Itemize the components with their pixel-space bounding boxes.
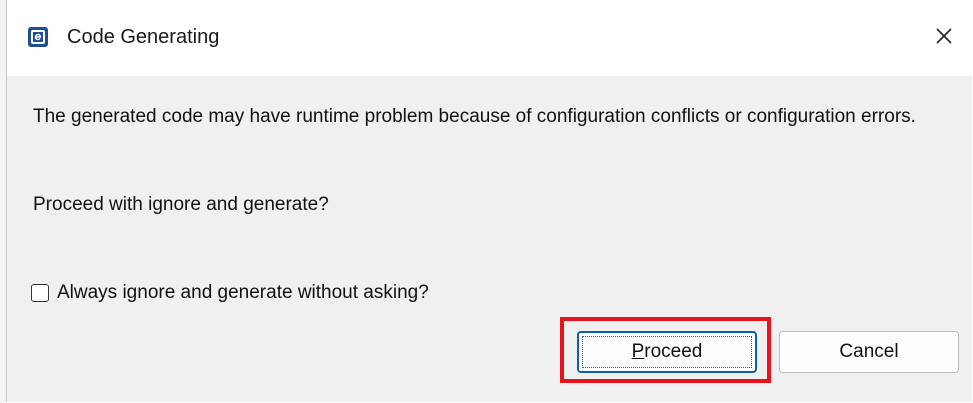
cancel-button-label: Cancel (839, 341, 899, 362)
dialog-title: Code Generating (67, 26, 220, 48)
title-bar: Code Generating (7, 0, 972, 76)
dialog-content: The generated code may have runtime prob… (7, 76, 972, 402)
proceed-button[interactable]: Proceed (577, 331, 757, 373)
close-icon (934, 26, 954, 51)
proceed-question: Proceed with ignore and generate? (33, 194, 329, 215)
close-button[interactable] (922, 16, 966, 60)
warning-message: The generated code may have runtime prob… (33, 106, 916, 127)
always-ignore-checkbox-row[interactable]: Always ignore and generate without askin… (31, 282, 429, 304)
always-ignore-checkbox[interactable] (31, 284, 49, 302)
cancel-button[interactable]: Cancel (779, 331, 959, 373)
focus-ring (582, 336, 752, 368)
always-ignore-checkbox-label: Always ignore and generate without askin… (57, 282, 429, 303)
code-generating-dialog: Code Generating The generated code may h… (6, 0, 972, 402)
eclipse-chip-icon (26, 25, 50, 49)
